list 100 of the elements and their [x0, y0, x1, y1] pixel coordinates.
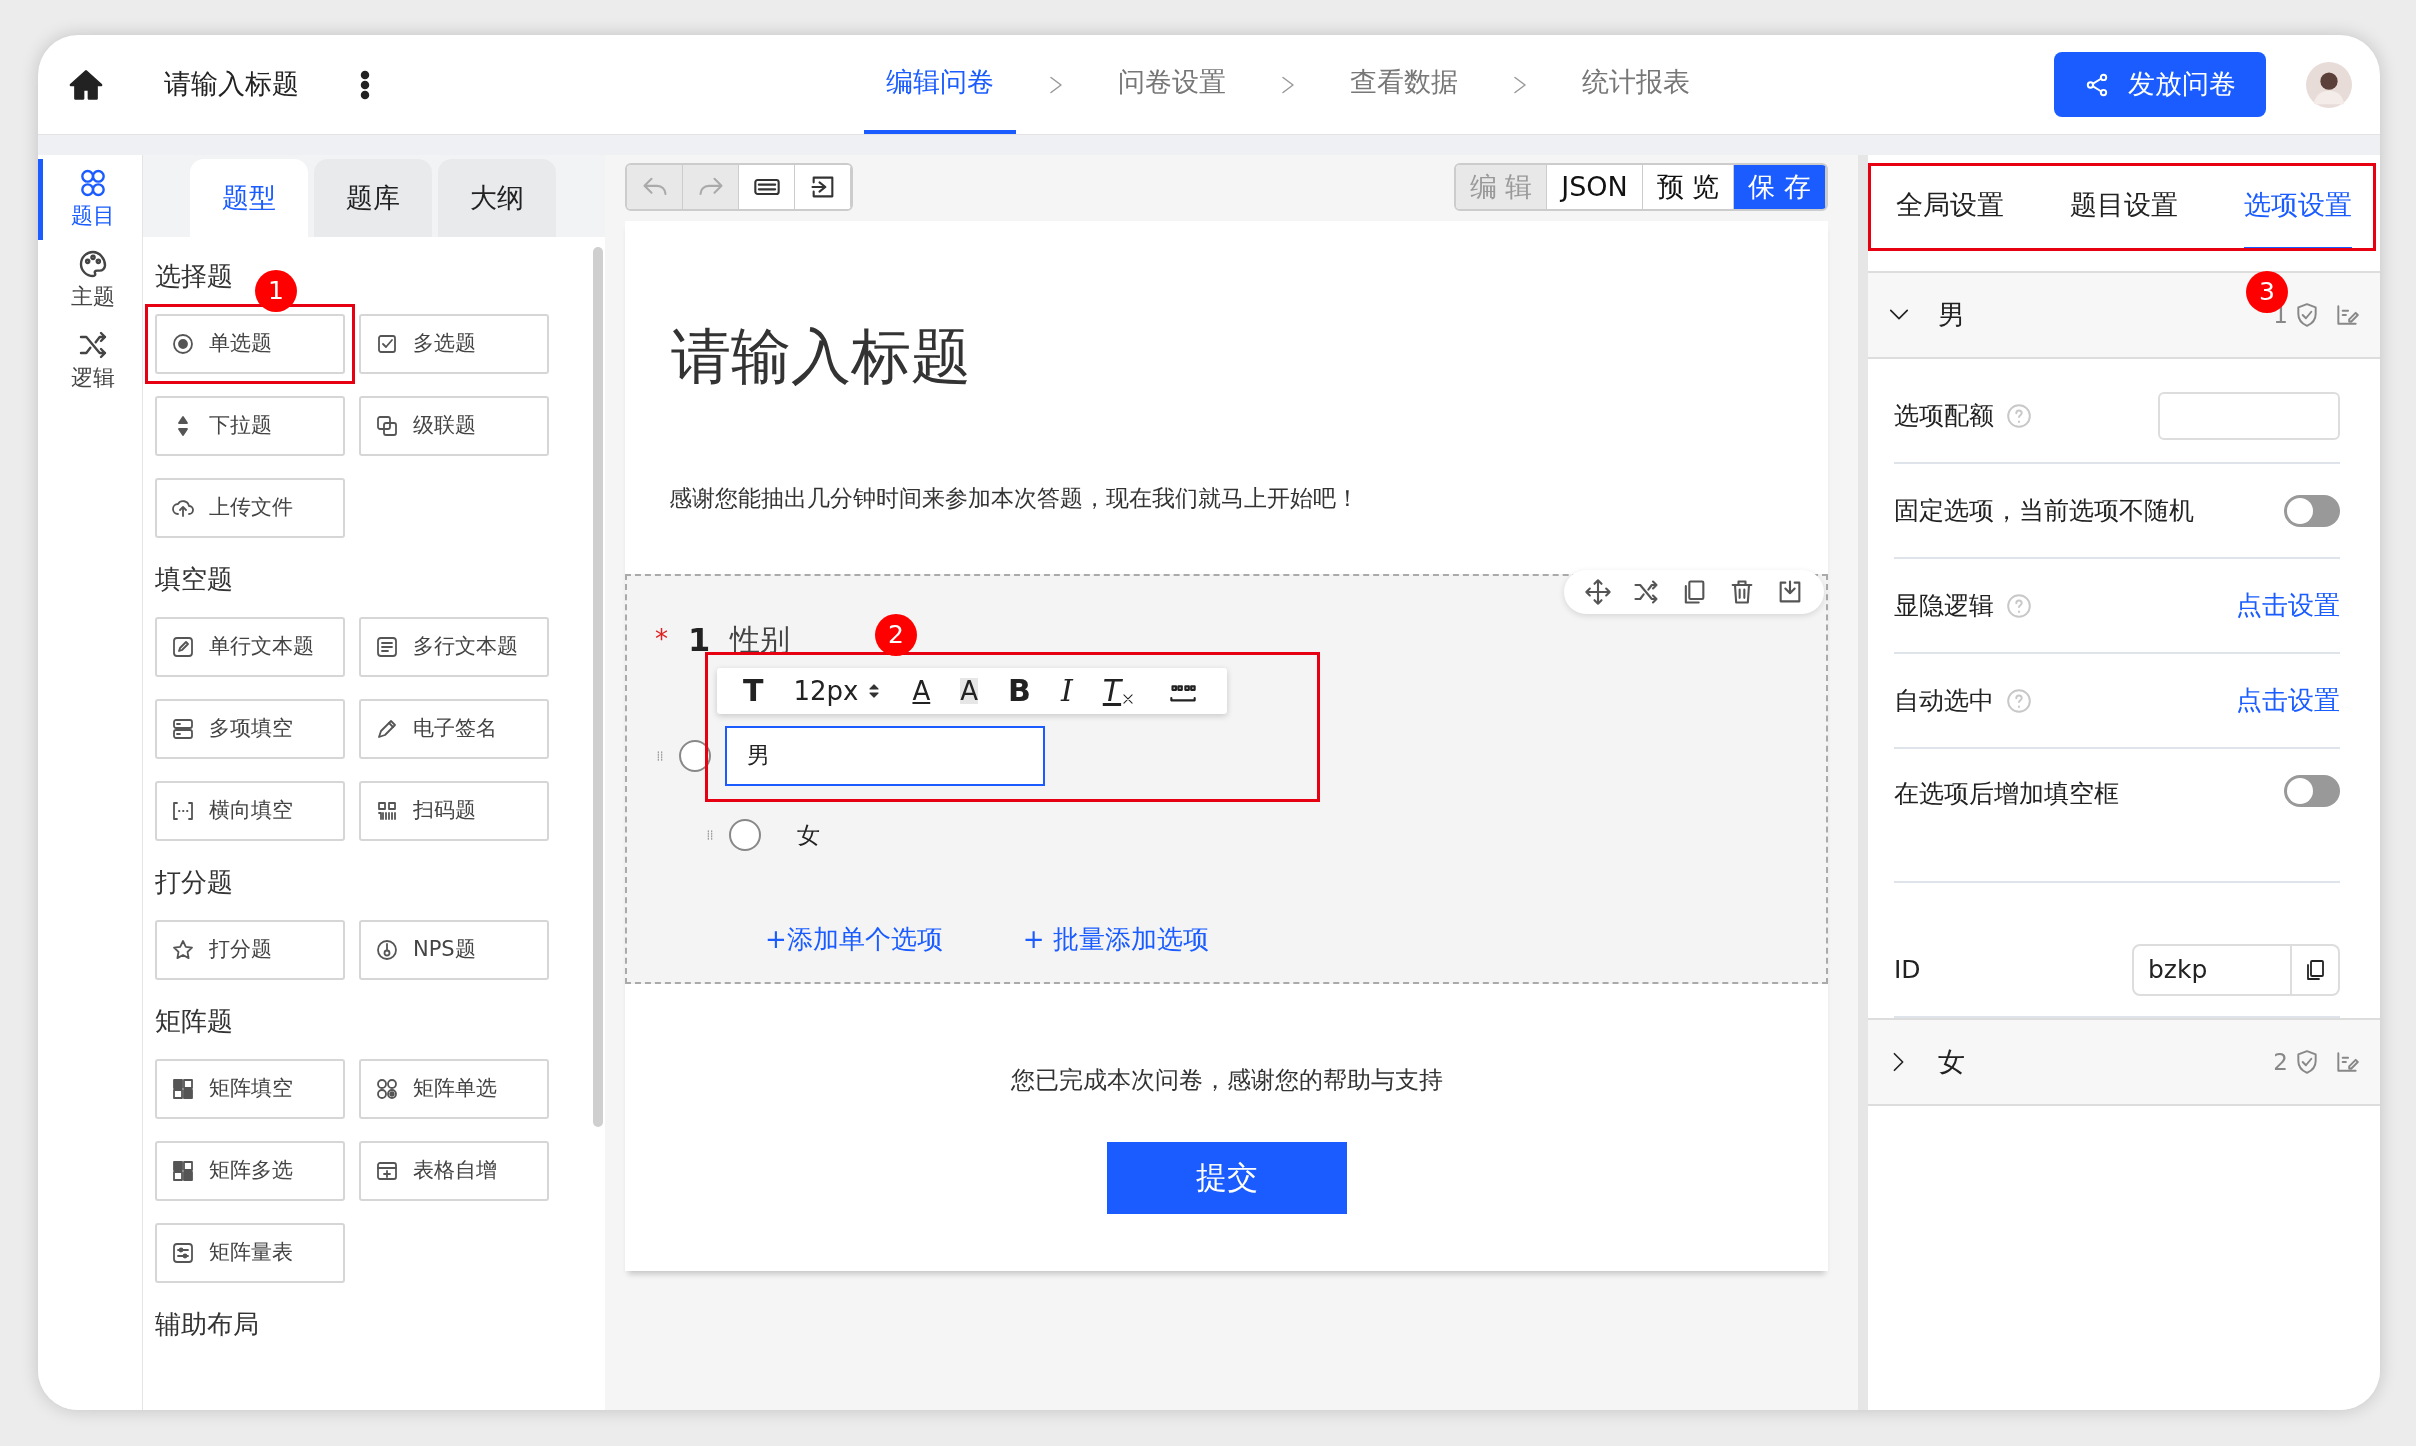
- question-type-button[interactable]: 多选题: [359, 314, 549, 374]
- slider-box-icon: [171, 1241, 195, 1265]
- step-badge: 1: [255, 270, 297, 312]
- question-type-button[interactable]: 表格自增: [359, 1141, 549, 1201]
- step-tab[interactable]: 查看数据: [1327, 35, 1480, 134]
- question-type-button[interactable]: 单行文本题: [155, 617, 345, 677]
- panel-tab[interactable]: 题库: [314, 159, 432, 237]
- scrollbar[interactable]: [593, 247, 603, 1127]
- text-style-button[interactable]: T: [743, 675, 764, 706]
- setting-label: 显隐逻辑: [1894, 589, 1994, 622]
- highlight-button[interactable]: A: [960, 677, 979, 704]
- pen-icon: [375, 717, 399, 741]
- option-name: 男: [1938, 297, 1966, 332]
- setting-label: 选项配额: [1894, 399, 1994, 432]
- rail-tab[interactable]: 逻辑: [38, 321, 142, 402]
- submit-button[interactable]: 提交: [1106, 1141, 1347, 1214]
- setting-label: ID: [1894, 953, 1921, 986]
- edit-list-icon: [2334, 302, 2360, 328]
- option-count: 2: [2273, 1047, 2288, 1077]
- copy-squares-icon: [375, 414, 399, 438]
- panel-tab[interactable]: 大纲: [438, 159, 556, 237]
- required-mark: *: [655, 623, 668, 656]
- close-icon: [1121, 691, 1136, 706]
- shield-check-icon: [2294, 1049, 2320, 1075]
- section-heading: 选择题: [155, 260, 233, 293]
- section-heading: 打分题: [155, 866, 233, 899]
- stacked-fields-icon: [171, 717, 195, 741]
- quota-input[interactable]: [2158, 391, 2340, 440]
- question-type-button[interactable]: 横向填空: [155, 781, 345, 841]
- copy-button[interactable]: [2292, 943, 2340, 996]
- question-type-button[interactable]: 上传文件: [155, 478, 345, 538]
- question-type-button[interactable]: 矩阵填空: [155, 1059, 345, 1119]
- dial-icon: [375, 938, 399, 962]
- question-type-button[interactable]: 扫码题: [359, 781, 549, 841]
- italic-button[interactable]: I: [1060, 675, 1073, 706]
- step-tab[interactable]: 问卷设置: [1095, 35, 1248, 134]
- star-icon: [171, 938, 195, 962]
- settings-tab[interactable]: 全局设置: [1896, 163, 2004, 251]
- question-type-button[interactable]: 电子签名: [359, 699, 549, 759]
- settings-tab[interactable]: 选项设置: [2244, 163, 2352, 251]
- pencil-icon: [171, 635, 195, 659]
- bracket-icon: [171, 799, 195, 823]
- section-heading: 辅助布局: [155, 1308, 259, 1341]
- question-type-button[interactable]: 多行文本题: [359, 617, 549, 677]
- question-type-button[interactable]: 级联题: [359, 396, 549, 456]
- section-heading: 矩阵题: [155, 1005, 233, 1038]
- add-option-link[interactable]: +添加单个选项: [765, 920, 943, 959]
- share-icon: [2084, 71, 2110, 98]
- grid-icon: [171, 1077, 195, 1101]
- bold-button[interactable]: B: [1008, 675, 1031, 706]
- grid-check-icon: [171, 1159, 195, 1183]
- option-label[interactable]: 女: [775, 817, 842, 852]
- step-badge: 2: [875, 613, 917, 656]
- setting-label: 在选项后增加填空框: [1894, 778, 2119, 810]
- more-icon[interactable]: [359, 69, 371, 100]
- id-field[interactable]: bzkp: [2132, 943, 2292, 996]
- checkbox-icon: [375, 332, 399, 356]
- survey-description[interactable]: 感谢您能抽出几分钟时间来参加本次答题，现在我们就马上开始吧！: [669, 481, 1828, 516]
- survey-title[interactable]: 请输入标题: [164, 64, 299, 105]
- move-icon[interactable]: [1584, 577, 1612, 606]
- panel-tab[interactable]: 题型: [190, 159, 308, 237]
- publish-button[interactable]: 发放问卷: [2054, 52, 2266, 117]
- question-type-button[interactable]: 多项填空: [155, 699, 345, 759]
- radio-icon: [171, 332, 195, 356]
- step-tab[interactable]: 统计报表: [1559, 35, 1712, 134]
- question-number: 1: [688, 619, 711, 661]
- question-type-button[interactable]: 单选题: [155, 314, 345, 374]
- rail-tab[interactable]: 主题: [38, 240, 142, 321]
- view-button[interactable]: 保 存: [1734, 165, 1826, 209]
- settings-link[interactable]: 点击设置: [2236, 681, 2340, 720]
- survey-heading[interactable]: 请输入标题: [671, 311, 1828, 401]
- avatar[interactable]: [2306, 61, 2352, 108]
- question-type-button[interactable]: 矩阵单选: [359, 1059, 549, 1119]
- question-type-button[interactable]: 下拉题: [155, 396, 345, 456]
- question-type-button[interactable]: 打分题: [155, 920, 345, 980]
- clear-format-button[interactable]: T: [1102, 675, 1122, 706]
- option-name: 女: [1938, 1044, 1966, 1079]
- edit-list-icon: [2334, 1049, 2360, 1075]
- radio-button[interactable]: [729, 818, 761, 851]
- font-size-select[interactable]: 12px: [793, 677, 859, 704]
- circles-icon: [375, 1077, 399, 1101]
- question-type-button[interactable]: NPS题: [359, 920, 549, 980]
- option-group-header[interactable]: 女 2: [1868, 1018, 2380, 1106]
- font-color-button[interactable]: A: [912, 677, 931, 704]
- setting-label: 自动选中: [1894, 684, 1994, 717]
- shield-check-icon: [2294, 302, 2320, 328]
- table-add-icon: [375, 1159, 399, 1183]
- section-heading: 填空题: [155, 563, 233, 596]
- barcode-icon: [375, 799, 399, 823]
- question-type-button[interactable]: 矩阵量表: [155, 1223, 345, 1283]
- text-lines-icon: [375, 635, 399, 659]
- settings-tab[interactable]: 题目设置: [2070, 163, 2178, 251]
- toggle-switch[interactable]: [2284, 494, 2340, 527]
- closing-message: 您已完成本次问卷，感谢您的帮助与支持: [1009, 1064, 1444, 1096]
- add-option-link[interactable]: + 批量添加选项: [1022, 920, 1209, 959]
- toggle-switch[interactable]: [2284, 775, 2340, 807]
- settings-link[interactable]: 点击设置: [2236, 586, 2340, 625]
- question-type-button[interactable]: 矩阵多选: [155, 1141, 345, 1201]
- setting-label: 固定选项，当前选项不随机: [1894, 494, 2194, 527]
- option-input[interactable]: 男: [725, 725, 1045, 786]
